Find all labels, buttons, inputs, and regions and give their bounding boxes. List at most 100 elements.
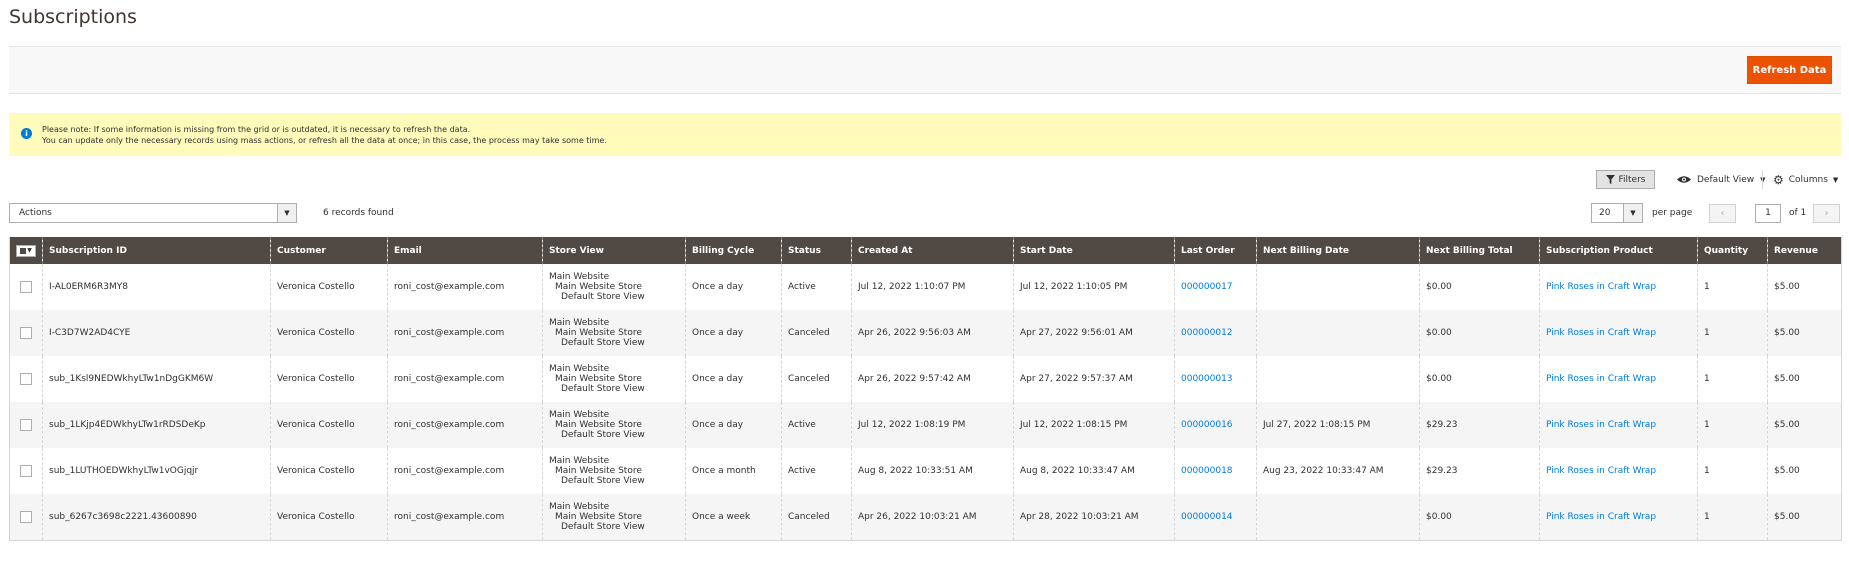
email-cell: roni_cost@example.com	[387, 448, 543, 494]
view-label: Default View	[1697, 174, 1755, 185]
column-header-start-date[interactable]: Start Date	[1013, 237, 1175, 264]
quantity-cell: 1	[1697, 402, 1768, 448]
store-name: Main Website Store	[555, 328, 642, 338]
email-cell: roni_cost@example.com	[387, 402, 543, 448]
mass-actions-select[interactable]: Actions ▼	[9, 203, 297, 223]
row-checkbox[interactable]	[20, 327, 32, 339]
column-header-store-view[interactable]: Store View	[542, 237, 686, 264]
start-date-cell: Aug 8, 2022 10:33:47 AM	[1013, 448, 1175, 494]
per-page-select[interactable]: 20 ▼	[1591, 203, 1643, 223]
view-switcher[interactable]: Default View ▼	[1677, 170, 1766, 189]
row-select-cell[interactable]	[10, 356, 43, 402]
column-header-billing-cycle[interactable]: Billing Cycle	[685, 237, 782, 264]
row-checkbox[interactable]	[20, 419, 32, 431]
last-order-link[interactable]: 000000018	[1181, 466, 1233, 476]
row-checkbox[interactable]	[20, 373, 32, 385]
last-order-link[interactable]: 000000016	[1181, 420, 1233, 430]
last-order-link[interactable]: 000000017	[1181, 282, 1233, 292]
columns-control[interactable]: ⚙ Columns ▼	[1773, 170, 1838, 189]
last-order-cell: 000000014	[1174, 494, 1257, 541]
customer-cell: Veronica Costello	[270, 494, 388, 541]
subscription-product-cell: Pink Roses in Craft Wrap	[1539, 310, 1698, 356]
mass-select-checkbox[interactable]: ▼	[16, 244, 36, 257]
store-view-name: Default Store View	[561, 476, 645, 486]
store-view-name: Default Store View	[561, 430, 645, 440]
total-pages-label: of 1	[1789, 208, 1807, 218]
row-checkbox[interactable]	[20, 511, 32, 523]
column-header-revenue[interactable]: Revenue	[1767, 237, 1842, 264]
next-billing-total-cell: $0.00	[1419, 356, 1540, 402]
customer-cell: Veronica Costello	[270, 448, 388, 494]
row-select-cell[interactable]	[9, 310, 43, 356]
product-link[interactable]: Pink Roses in Craft Wrap	[1546, 466, 1656, 476]
column-header-subscription-id[interactable]: Subscription ID	[42, 237, 271, 264]
refresh-data-button[interactable]: Refresh Data	[1747, 56, 1832, 84]
row-select-cell[interactable]	[9, 402, 43, 448]
column-header-status[interactable]: Status	[781, 237, 852, 264]
next-page-button[interactable]: ›	[1813, 204, 1840, 223]
store-view-cell: Main Website Main Website Store Default St…	[542, 402, 686, 448]
table-row[interactable]: I-C3D7W2AD4CYE Veronica Costello roni_co…	[9, 310, 1842, 356]
page-title: Subscriptions	[9, 6, 137, 28]
table-row[interactable]: sub_1LUTHOEDWkhyLTw1vOGjqjr Veronica Cos…	[10, 448, 1842, 494]
product-link[interactable]: Pink Roses in Craft Wrap	[1546, 420, 1656, 430]
columns-label: Columns	[1788, 174, 1828, 185]
notice-message: i Please note: If some information is mi…	[9, 113, 1841, 156]
start-date-cell: Apr 28, 2022 10:03:21 AM	[1013, 494, 1175, 541]
customer-cell: Veronica Costello	[270, 402, 388, 448]
mass-select-header[interactable]: ▼	[9, 237, 43, 264]
column-header-email[interactable]: Email	[387, 237, 543, 264]
row-select-cell[interactable]	[9, 494, 43, 541]
last-order-cell: 000000013	[1174, 356, 1257, 402]
product-link[interactable]: Pink Roses in Craft Wrap	[1546, 282, 1656, 292]
column-header-customer[interactable]: Customer	[270, 237, 388, 264]
store-name: Main Website Store	[555, 512, 642, 522]
table-row[interactable]: sub_6267c3698c2221.43600890 Veronica Cos…	[9, 494, 1842, 541]
column-header-next-billing-date[interactable]: Next Billing Date	[1256, 237, 1420, 264]
status-cell: Active	[781, 448, 852, 494]
product-link[interactable]: Pink Roses in Craft Wrap	[1546, 374, 1656, 384]
last-order-cell: 000000012	[1174, 310, 1257, 356]
chevron-down-icon: ▼	[1623, 204, 1642, 222]
created-at-cell: Jul 12, 2022 1:08:19 PM	[851, 402, 1014, 448]
product-link[interactable]: Pink Roses in Craft Wrap	[1546, 512, 1656, 522]
store-name: Main Website Store	[555, 466, 642, 476]
email-cell: roni_cost@example.com	[387, 264, 543, 310]
row-checkbox[interactable]	[20, 465, 32, 477]
grid-header-row: ▼ Subscription ID Customer Email Store V…	[9, 237, 1842, 264]
next-billing-date-cell	[1256, 494, 1420, 541]
page-number-input[interactable]: 1	[1755, 204, 1781, 223]
last-order-link[interactable]: 000000012	[1181, 328, 1233, 338]
status-cell: Canceled	[781, 310, 852, 356]
chevron-right-icon: ›	[1824, 208, 1829, 219]
gear-icon: ⚙	[1773, 172, 1784, 187]
row-checkbox[interactable]	[20, 281, 32, 293]
table-row[interactable]: I-AL0ERM6R3MY8 Veronica Costello roni_co…	[10, 264, 1842, 310]
column-header-created-at[interactable]: Created At	[851, 237, 1014, 264]
table-row[interactable]: sub_1Ksl9NEDWkhyLTw1nDgGKM6W Veronica Co…	[10, 356, 1842, 402]
created-at-cell: Apr 26, 2022 10:03:21 AM	[851, 494, 1014, 541]
table-row[interactable]: sub_1LKjp4EDWkhyLTw1rRDSDeKp Veronica Co…	[9, 402, 1842, 448]
previous-page-button[interactable]: ‹	[1709, 204, 1736, 223]
quantity-cell: 1	[1697, 448, 1768, 494]
filters-button[interactable]: Filters	[1596, 170, 1655, 189]
billing-cycle-cell: Once a day	[685, 264, 782, 310]
customer-cell: Veronica Costello	[270, 310, 388, 356]
subscription-product-cell: Pink Roses in Craft Wrap	[1539, 356, 1698, 402]
start-date-cell: Apr 27, 2022 9:56:01 AM	[1013, 310, 1175, 356]
last-order-link[interactable]: 000000014	[1181, 512, 1233, 522]
column-header-quantity[interactable]: Quantity	[1697, 237, 1768, 264]
column-header-last-order[interactable]: Last Order	[1174, 237, 1257, 264]
column-header-next-billing-total[interactable]: Next Billing Total	[1419, 237, 1540, 264]
email-cell: roni_cost@example.com	[387, 356, 543, 402]
product-link[interactable]: Pink Roses in Craft Wrap	[1546, 328, 1656, 338]
subscription-id-cell: sub_1Ksl9NEDWkhyLTw1nDgGKM6W	[42, 356, 271, 402]
last-order-link[interactable]: 000000013	[1181, 374, 1233, 384]
row-select-cell[interactable]	[10, 264, 43, 310]
subscription-id-cell: I-C3D7W2AD4CYE	[42, 310, 271, 356]
row-select-cell[interactable]	[10, 448, 43, 494]
revenue-cell: $5.00	[1767, 264, 1842, 310]
column-header-subscription-product[interactable]: Subscription Product	[1539, 237, 1698, 264]
subscription-product-cell: Pink Roses in Craft Wrap	[1539, 264, 1698, 310]
info-icon: i	[21, 128, 32, 139]
